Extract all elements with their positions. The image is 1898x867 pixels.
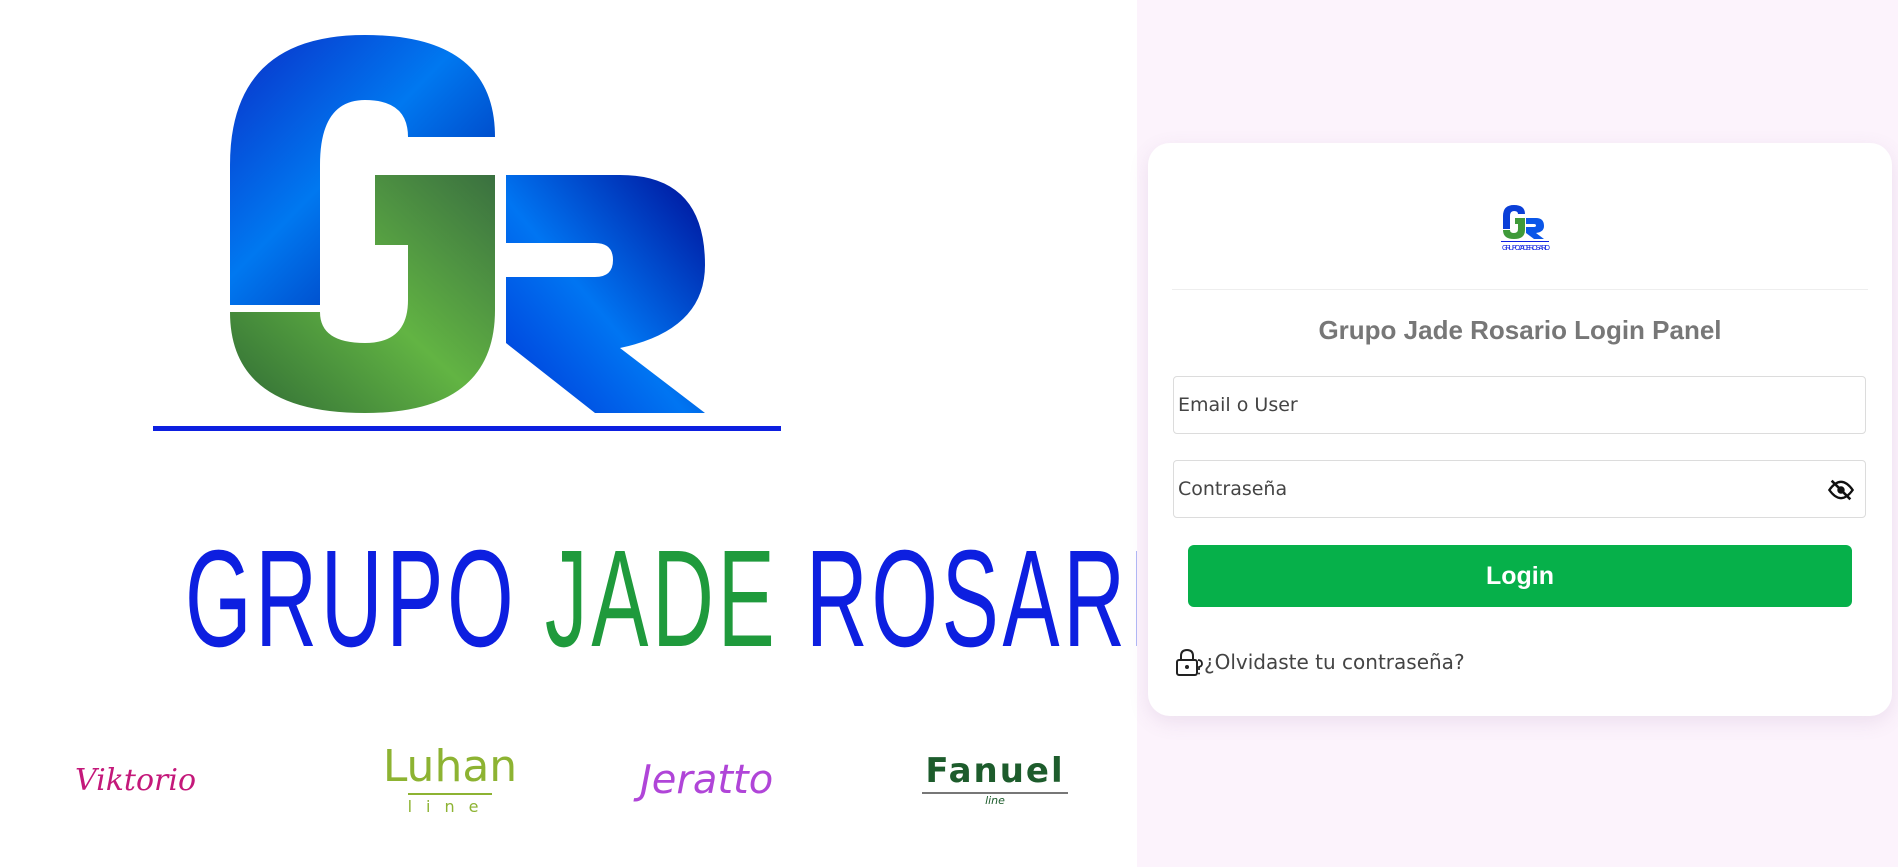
email-input[interactable]: [1174, 377, 1778, 433]
email-field[interactable]: [1173, 376, 1866, 434]
luhan-line-logo: Luhan line: [382, 735, 518, 825]
hero-word-jade: JADE: [544, 522, 779, 676]
jeratto-logo: Jeratto: [640, 735, 800, 825]
forgot-password-label[interactable]: ¿Olvidaste tu contraseña?: [1204, 650, 1465, 674]
luhan-logo-sub: line: [407, 792, 493, 816]
fanuel-logo-main: Fanuel: [925, 750, 1065, 791]
luhan-logo-main: Luhan: [382, 740, 518, 792]
fanuel-logo-sub: line: [922, 791, 1068, 807]
login-button[interactable]: Login: [1188, 545, 1852, 607]
lock-question-icon: [1176, 648, 1203, 676]
forgot-password-link[interactable]: ¿Olvidaste tu contraseña?: [1172, 646, 1465, 678]
viktorio-logo: Viktorio: [75, 735, 255, 825]
jeratto-logo-text: Jeratto: [640, 757, 774, 803]
brand-logos-row: Viktorio Luhan line Jeratto Fanuel line: [0, 735, 1137, 825]
password-input[interactable]: [1174, 461, 1778, 517]
login-panel-title: Grupo Jade Rosario Login Panel: [1318, 315, 1722, 345]
fanuel-line-logo: Fanuel line: [920, 735, 1070, 825]
gr-small-logo: GRUPO JADE ROSARIO: [1501, 205, 1551, 252]
hero-word-grupo: GRUPO: [185, 522, 518, 676]
login-card: GRUPO JADE ROSARIO Grupo Jade Rosario Lo…: [1148, 143, 1892, 716]
eye-slash-icon[interactable]: [1827, 476, 1855, 504]
svg-text:GRUPO JADE ROSARIO: GRUPO JADE ROSARIO: [1502, 245, 1551, 252]
card-divider: [1172, 289, 1868, 290]
password-field[interactable]: [1173, 460, 1866, 518]
left-branding-panel: GRUPO JADE ROSARIO Viktorio Luhan line J…: [0, 0, 1223, 867]
company-name-heading: GRUPO JADE ROSARIO: [185, 530, 1223, 668]
viktorio-logo-text: Viktorio: [75, 762, 197, 798]
